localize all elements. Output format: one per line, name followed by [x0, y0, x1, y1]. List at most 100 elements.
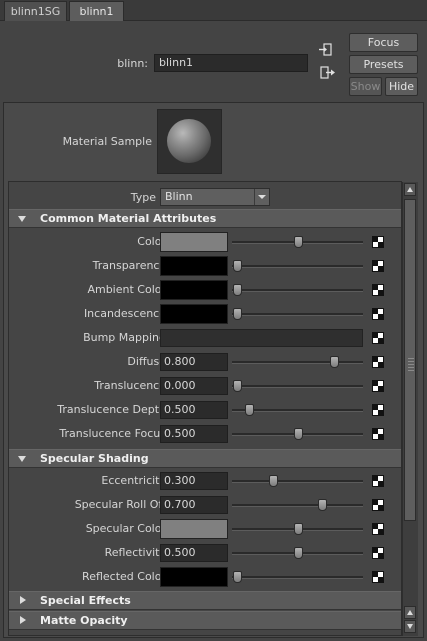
bump-mapping-field[interactable] — [160, 329, 363, 347]
slider-thumb[interactable] — [293, 523, 303, 535]
tab-blinn1[interactable]: blinn1 — [69, 1, 124, 21]
map-button-checker-icon[interactable] — [372, 547, 384, 559]
attribute-label: Reflectivity — [104, 546, 166, 559]
map-button-checker-icon[interactable] — [372, 475, 384, 487]
focus-button[interactable]: Focus — [349, 33, 418, 52]
vertical-scrollbar[interactable] — [402, 182, 418, 636]
attribute-label: Translucence Focus — [59, 427, 166, 440]
map-button-checker-icon[interactable] — [372, 523, 384, 535]
slider-track[interactable] — [232, 480, 363, 483]
value-field[interactable]: 0.000 — [160, 377, 228, 395]
map-button-checker-icon[interactable] — [372, 380, 384, 392]
value-field[interactable]: 0.300 — [160, 472, 228, 490]
map-button-checker-icon[interactable] — [372, 308, 384, 320]
value-field[interactable]: 0.500 — [160, 401, 228, 419]
attribute-row: Color — [9, 230, 401, 254]
map-button-checker-icon[interactable] — [372, 284, 384, 296]
node-name-label: blinn: — [117, 57, 148, 70]
attribute-label: Translucence — [94, 379, 166, 392]
type-label: Type — [130, 191, 156, 204]
color-swatch[interactable] — [160, 232, 228, 252]
scroll-up-button[interactable] — [404, 183, 416, 196]
slider-thumb[interactable] — [329, 356, 339, 368]
attribute-label: Reflected Color — [82, 570, 166, 583]
color-swatch[interactable] — [160, 519, 228, 539]
scrollbar-thumb[interactable] — [404, 199, 416, 521]
section-title: Specular Shading — [40, 452, 149, 465]
map-button-checker-icon[interactable] — [372, 332, 384, 344]
slider-thumb[interactable] — [293, 428, 303, 440]
section-common-material-attributes[interactable]: Common Material Attributes — [9, 209, 401, 228]
slider-thumb[interactable] — [233, 380, 242, 392]
color-swatch[interactable] — [160, 280, 228, 300]
slider-thumb[interactable] — [269, 475, 279, 487]
section-matte-opacity[interactable]: Matte Opacity — [9, 611, 401, 630]
value-field[interactable]: 0.700 — [160, 496, 228, 514]
node-name-field[interactable]: blinn1 — [154, 54, 308, 72]
slider-thumb[interactable] — [233, 260, 242, 272]
attribute-label: Bump Mapping — [83, 331, 166, 344]
tab-bar: blinn1SG blinn1 — [0, 0, 427, 21]
color-swatch[interactable] — [160, 256, 228, 276]
attribute-label: Eccentricity — [101, 474, 166, 487]
map-button-checker-icon[interactable] — [372, 571, 384, 583]
slider-thumb[interactable] — [293, 547, 303, 559]
section-specular-shading[interactable]: Specular Shading — [9, 449, 401, 468]
slider-thumb[interactable] — [233, 308, 242, 320]
section-title: Common Material Attributes — [40, 212, 217, 225]
attribute-label: Specular Color — [85, 522, 166, 535]
slider-track[interactable] — [232, 385, 363, 388]
type-dropdown-value: Blinn — [165, 190, 193, 203]
attribute-row: Specular Color — [9, 517, 401, 541]
arrow-up-icon — [407, 610, 413, 615]
hide-button[interactable]: Hide — [385, 77, 418, 96]
map-button-checker-icon[interactable] — [372, 499, 384, 511]
attribute-label: Transparency — [92, 259, 166, 272]
section-title: Matte Opacity — [40, 614, 128, 627]
slider-track[interactable] — [232, 289, 363, 292]
map-button-checker-icon[interactable] — [372, 260, 384, 272]
node-header: blinn: blinn1 Focus Presets Show Hide — [0, 21, 427, 99]
attribute-row: Reflected Color — [9, 565, 401, 589]
slider-track[interactable] — [232, 576, 363, 579]
input-connection-icon[interactable] — [318, 43, 334, 57]
collapse-triangle-icon — [20, 616, 26, 624]
tab-blinn1sg[interactable]: blinn1SG — [4, 1, 67, 21]
attribute-row: Eccentricity 0.300 — [9, 469, 401, 493]
scroll-up-button-bottom[interactable] — [404, 606, 416, 619]
value-field[interactable]: 0.500 — [160, 425, 228, 443]
attribute-label: Specular Roll Off — [74, 498, 166, 511]
color-swatch[interactable] — [160, 304, 228, 324]
attribute-row: Reflectivity 0.500 — [9, 541, 401, 565]
scroll-down-button[interactable] — [404, 620, 416, 633]
map-button-checker-icon[interactable] — [372, 404, 384, 416]
slider-track[interactable] — [232, 313, 363, 316]
attribute-row: Incandescence — [9, 302, 401, 326]
slider-thumb[interactable] — [233, 284, 242, 296]
value-field[interactable]: 0.800 — [160, 353, 228, 371]
presets-button[interactable]: Presets — [349, 55, 418, 74]
map-button-checker-icon[interactable] — [372, 236, 384, 248]
attribute-row: Diffuse 0.800 — [9, 350, 401, 374]
slider-track[interactable] — [232, 504, 363, 507]
type-dropdown[interactable]: Blinn — [160, 188, 270, 206]
section-special-effects[interactable]: Special Effects — [9, 591, 401, 610]
attribute-label: Incandescence — [83, 307, 166, 320]
slider-thumb[interactable] — [317, 499, 327, 511]
value-field[interactable]: 0.500 — [160, 544, 228, 562]
slider-thumb[interactable] — [245, 404, 255, 416]
attribute-row: Bump Mapping — [9, 326, 401, 350]
slider-track[interactable] — [232, 265, 363, 268]
show-button[interactable]: Show — [349, 77, 382, 96]
color-swatch[interactable] — [160, 567, 228, 587]
slider-thumb[interactable] — [293, 236, 303, 248]
attribute-row: Translucence Depth 0.500 — [9, 398, 401, 422]
chevron-down-icon — [254, 189, 269, 205]
slider-thumb[interactable] — [233, 571, 242, 583]
map-button-checker-icon[interactable] — [372, 428, 384, 440]
output-connection-icon[interactable] — [320, 66, 336, 80]
attribute-row: Specular Roll Off 0.700 — [9, 493, 401, 517]
material-sample-swatch[interactable] — [157, 109, 222, 174]
map-button-checker-icon[interactable] — [372, 356, 384, 368]
slider-track[interactable] — [232, 361, 363, 364]
